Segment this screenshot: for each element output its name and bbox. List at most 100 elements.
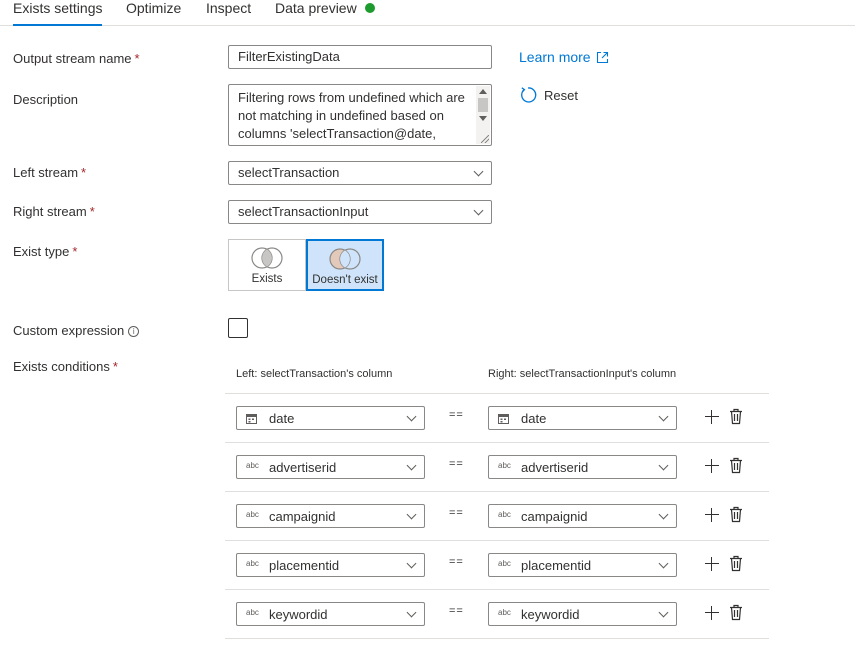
- chevron-down-icon: [658, 558, 669, 569]
- tab-label: Exists settings: [13, 0, 103, 16]
- chevron-down-icon: [406, 509, 417, 520]
- row-divider: [225, 491, 769, 492]
- delete-condition-icon[interactable]: [729, 457, 743, 474]
- row-divider: [225, 638, 769, 639]
- label-text: Left stream: [13, 165, 79, 180]
- chevron-down-icon: [406, 411, 417, 422]
- custom-expression-checkbox[interactable]: [228, 318, 248, 338]
- equals-operator: ==: [449, 605, 464, 617]
- scroll-thumb[interactable]: [478, 98, 488, 112]
- delete-condition-icon[interactable]: [729, 555, 743, 572]
- output-stream-label: Output stream name *: [13, 51, 140, 66]
- string-type-icon: abc: [246, 461, 259, 470]
- add-condition-icon[interactable]: [705, 557, 719, 571]
- dropdown-value: date: [269, 411, 295, 426]
- tab-data-preview[interactable]: Data preview: [275, 0, 375, 26]
- tab-inspect[interactable]: Inspect: [206, 0, 251, 26]
- label-text: Exists conditions: [13, 359, 110, 374]
- exist-type-doesnt-exist-option[interactable]: Doesn't exist: [306, 239, 384, 291]
- scroll-down-icon[interactable]: [479, 116, 487, 121]
- option-label: Exists: [251, 273, 283, 285]
- chevron-down-icon: [658, 460, 669, 471]
- condition-left-dropdown[interactable]: abc advertiserid: [236, 455, 425, 479]
- description-label: Description: [13, 92, 78, 107]
- dropdown-value: campaignid: [269, 509, 336, 524]
- condition-right-dropdown[interactable]: abc campaignid: [488, 504, 677, 528]
- input-value: FilterExistingData: [238, 49, 340, 64]
- string-type-icon: abc: [498, 559, 511, 568]
- add-condition-icon[interactable]: [705, 459, 719, 473]
- condition-right-dropdown[interactable]: abc placementid: [488, 553, 677, 577]
- venn-doesnt-exist-icon: [329, 248, 361, 270]
- chevron-down-icon: [406, 460, 417, 471]
- delete-condition-icon[interactable]: [729, 604, 743, 621]
- venn-exists-icon: [251, 247, 283, 269]
- right-stream-dropdown[interactable]: selectTransactionInput: [228, 200, 492, 224]
- scroll-up-icon[interactable]: [479, 89, 487, 94]
- equals-operator: ==: [449, 507, 464, 519]
- chevron-down-icon: [658, 509, 669, 520]
- dropdown-value: date: [521, 411, 547, 426]
- reset-button[interactable]: Reset: [519, 86, 578, 106]
- string-type-icon: abc: [498, 608, 511, 617]
- dropdown-value: campaignid: [521, 509, 588, 524]
- add-condition-icon[interactable]: [705, 410, 719, 424]
- delete-condition-icon[interactable]: [729, 506, 743, 523]
- label-text: Output stream name: [13, 51, 132, 66]
- label-text: Exist type: [13, 244, 70, 259]
- string-type-icon: abc: [498, 510, 511, 519]
- string-type-icon: abc: [246, 559, 259, 568]
- condition-right-dropdown[interactable]: abc keywordid: [488, 602, 677, 626]
- calendar-icon: [498, 414, 509, 424]
- learn-more-link[interactable]: Learn more: [519, 49, 609, 65]
- dropdown-value: keywordid: [521, 607, 580, 622]
- equals-operator: ==: [449, 458, 464, 470]
- info-icon[interactable]: i: [128, 326, 140, 337]
- dropdown-value: selectTransactionInput: [238, 204, 369, 219]
- dropdown-value: placementid: [521, 558, 592, 573]
- exists-conditions-label: Exists conditions *: [13, 359, 118, 374]
- condition-right-dropdown[interactable]: abc advertiserid: [488, 455, 677, 479]
- delete-condition-icon[interactable]: [729, 408, 743, 425]
- chevron-down-icon: [406, 558, 417, 569]
- status-dot-icon: [364, 3, 375, 13]
- dropdown-value: placementid: [269, 558, 340, 573]
- tab-optimize[interactable]: Optimize: [126, 0, 181, 26]
- right-stream-label: Right stream *: [13, 204, 95, 219]
- string-type-icon: abc: [498, 461, 511, 470]
- dropdown-value: keywordid: [269, 607, 328, 622]
- condition-left-dropdown[interactable]: abc keywordid: [236, 602, 425, 626]
- exist-type-exists-option[interactable]: Exists: [228, 239, 306, 291]
- row-divider: [225, 442, 769, 443]
- description-textarea[interactable]: Filtering rows from undefined which are …: [228, 84, 492, 146]
- tab-exists-settings[interactable]: Exists settings: [13, 0, 103, 26]
- required-mark: *: [89, 204, 95, 219]
- link-text: Learn more: [519, 49, 591, 65]
- resize-handle-icon[interactable]: [481, 135, 489, 143]
- chevron-down-icon: [658, 411, 669, 422]
- condition-left-dropdown[interactable]: abc placementid: [236, 553, 425, 577]
- add-condition-icon[interactable]: [705, 508, 719, 522]
- condition-left-dropdown[interactable]: date: [236, 406, 425, 430]
- add-condition-icon[interactable]: [705, 606, 719, 620]
- string-type-icon: abc: [246, 510, 259, 519]
- dropdown-value: selectTransaction: [238, 165, 340, 180]
- string-type-icon: abc: [246, 608, 259, 617]
- equals-operator: ==: [449, 409, 464, 421]
- left-column-header: Left: selectTransaction's column: [236, 368, 393, 380]
- condition-left-dropdown[interactable]: abc campaignid: [236, 504, 425, 528]
- textarea-value: Filtering rows from undefined which are …: [238, 90, 465, 141]
- left-stream-dropdown[interactable]: selectTransaction: [228, 161, 492, 185]
- required-mark: *: [134, 51, 140, 66]
- label-text: Custom expression: [13, 323, 125, 338]
- dropdown-value: advertiserid: [521, 460, 589, 475]
- row-divider: [225, 393, 769, 394]
- right-column-header: Right: selectTransactionInput's column: [488, 368, 677, 380]
- row-divider: [225, 589, 769, 590]
- chevron-down-icon: [406, 607, 417, 618]
- output-stream-input[interactable]: FilterExistingData: [228, 45, 492, 69]
- required-mark: *: [81, 165, 87, 180]
- chevron-down-icon: [473, 166, 484, 177]
- chevron-down-icon: [658, 607, 669, 618]
- condition-right-dropdown[interactable]: date: [488, 406, 677, 430]
